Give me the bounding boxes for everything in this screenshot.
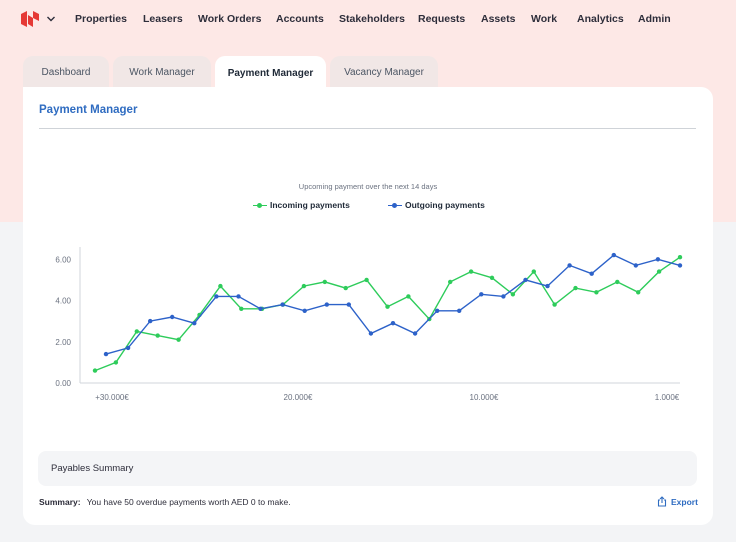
tab-work-manager[interactable]: Work Manager (113, 56, 211, 88)
data-point[interactable] (523, 277, 528, 283)
data-point[interactable] (655, 257, 661, 262)
y-tick-label: 0.00 (55, 379, 71, 388)
data-point[interactable] (531, 269, 536, 274)
data-point[interactable] (113, 360, 119, 365)
data-point[interactable] (301, 283, 307, 289)
nav-item-stakeholders[interactable]: Stakeholders (339, 13, 405, 25)
data-point[interactable] (324, 302, 329, 307)
export-icon (657, 496, 667, 507)
data-point[interactable] (677, 263, 683, 268)
data-point[interactable] (468, 269, 474, 274)
brand-logo-icon[interactable] (20, 9, 40, 29)
summary-text: You have 50 overdue payments worth AED 0… (86, 497, 291, 507)
data-point[interactable] (510, 292, 516, 297)
y-tick-label: 6.00 (55, 255, 71, 264)
chevron-down-icon[interactable] (46, 14, 56, 24)
data-point[interactable] (218, 283, 223, 289)
data-point[interactable] (214, 294, 219, 299)
data-point[interactable] (302, 308, 307, 313)
data-point[interactable] (633, 263, 638, 268)
nav-item-assets[interactable]: Assets (481, 13, 515, 25)
data-point[interactable] (636, 290, 641, 295)
x-tick-label: +30.000€ (95, 393, 129, 402)
top-navigation: Properties Leasers Work Orders Accounts … (0, 0, 736, 38)
data-point[interactable] (448, 279, 453, 285)
data-point[interactable] (390, 321, 396, 326)
data-point[interactable] (322, 279, 327, 285)
tab-payment-manager[interactable]: Payment Manager (215, 56, 326, 90)
data-point[interactable] (170, 314, 175, 320)
data-point[interactable] (368, 331, 374, 336)
export-button[interactable]: Export (657, 496, 698, 507)
nav-item-admin[interactable]: Admin (638, 13, 671, 25)
nav-item-work[interactable]: Work (531, 13, 557, 25)
data-point[interactable] (589, 271, 594, 276)
data-point[interactable] (103, 351, 109, 357)
data-point[interactable] (412, 331, 418, 336)
data-point[interactable] (385, 304, 390, 309)
nav-item-requests[interactable]: Requests (418, 13, 465, 25)
nav-item-accounts[interactable]: Accounts (276, 13, 324, 25)
y-tick-label: 2.00 (55, 338, 71, 347)
data-point[interactable] (92, 368, 98, 373)
data-point[interactable] (656, 269, 662, 274)
data-point[interactable] (239, 306, 244, 311)
payment-line-chart: 0.00 2.00 4.00 6.00 +30.000€ 20.000€ 10.000€ 1.… (55, 247, 683, 402)
data-point[interactable] (567, 263, 572, 268)
tab-vacancy-manager[interactable]: Vacancy Manager (330, 56, 438, 88)
data-point[interactable] (611, 252, 616, 258)
data-point[interactable] (192, 321, 197, 326)
y-tick-label: 4.00 (55, 297, 71, 306)
data-point[interactable] (364, 277, 369, 283)
nav-item-properties[interactable]: Properties (75, 13, 127, 25)
nav-item-work-orders[interactable]: Work Orders (198, 13, 261, 25)
data-point[interactable] (457, 308, 462, 313)
data-point[interactable] (677, 255, 683, 260)
data-point[interactable] (134, 329, 139, 334)
data-point[interactable] (125, 345, 131, 351)
nav-item-analytics[interactable]: Analytics (577, 13, 624, 25)
payables-summary-panel[interactable]: Payables Summary (38, 451, 697, 486)
payables-summary-label: Payables Summary (51, 463, 134, 474)
data-point[interactable] (406, 294, 411, 299)
payment-manager-card: Payment Manager Upcoming payment over th… (23, 87, 713, 525)
data-point[interactable] (155, 333, 160, 338)
data-point[interactable] (346, 302, 351, 307)
data-point[interactable] (176, 337, 181, 342)
data-point[interactable] (615, 279, 620, 285)
data-point[interactable] (280, 302, 285, 307)
data-point[interactable] (435, 308, 440, 313)
data-point[interactable] (552, 302, 557, 307)
data-point[interactable] (501, 294, 506, 299)
data-point[interactable] (545, 283, 550, 289)
x-tick-label: 10.000€ (470, 393, 499, 402)
data-point[interactable] (489, 275, 495, 280)
export-label: Export (671, 496, 698, 507)
data-point[interactable] (573, 285, 578, 291)
data-point[interactable] (258, 306, 263, 311)
x-tick-label: 1.000€ (655, 393, 680, 402)
data-point[interactable] (343, 285, 348, 291)
tab-dashboard[interactable]: Dashboard (23, 56, 109, 88)
x-tick-label: 20.000€ (284, 393, 313, 402)
data-point[interactable] (594, 290, 599, 295)
nav-item-leasers[interactable]: Leasers (143, 13, 183, 25)
summary-line: Summary: You have 50 overdue payments wo… (39, 497, 291, 507)
data-point[interactable] (148, 318, 153, 324)
data-point[interactable] (479, 292, 484, 297)
data-point[interactable] (236, 294, 241, 299)
summary-label: Summary: (39, 497, 81, 507)
